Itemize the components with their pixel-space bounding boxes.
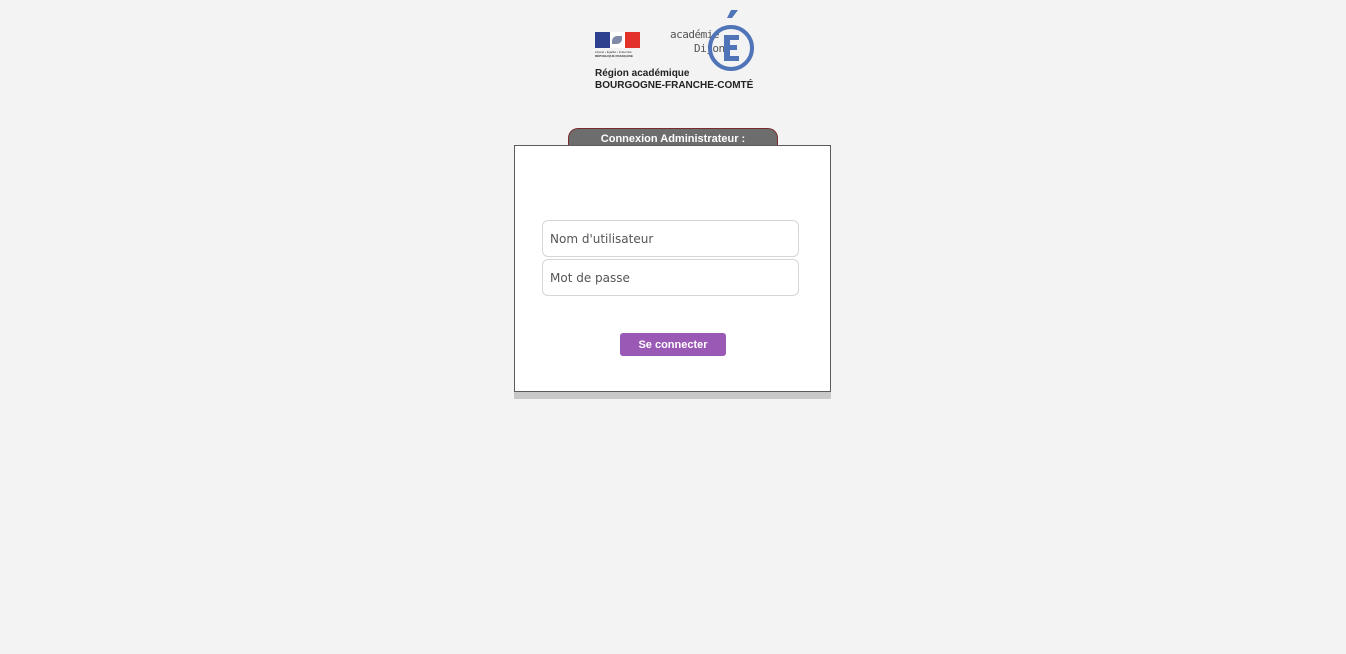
region-label: Région académique [595, 68, 690, 79]
region-name: BOURGOGNE-FRANCHE-COMTÉ [595, 80, 754, 91]
flag-red-stripe [625, 32, 640, 48]
republic-name: RÉPUBLIQUE FRANÇAISE [595, 54, 634, 58]
flag-blue-stripe [595, 32, 610, 48]
region-academique-logo: Liberté • Égalité • Fraternité RÉPUBLIQU… [594, 8, 764, 94]
login-panel: Se connecter [514, 145, 831, 392]
academie-e-icon [708, 10, 754, 71]
page: Liberté • Égalité • Fraternité RÉPUBLIQU… [0, 0, 1346, 654]
marianne-flag-icon [595, 32, 640, 48]
login-panel-title: Connexion Administrateur : [568, 128, 778, 146]
password-input[interactable] [542, 259, 799, 296]
flag-white-stripe [610, 32, 625, 48]
login-panel-shadow [514, 391, 831, 399]
login-button[interactable]: Se connecter [620, 333, 726, 356]
username-input[interactable] [542, 220, 799, 257]
